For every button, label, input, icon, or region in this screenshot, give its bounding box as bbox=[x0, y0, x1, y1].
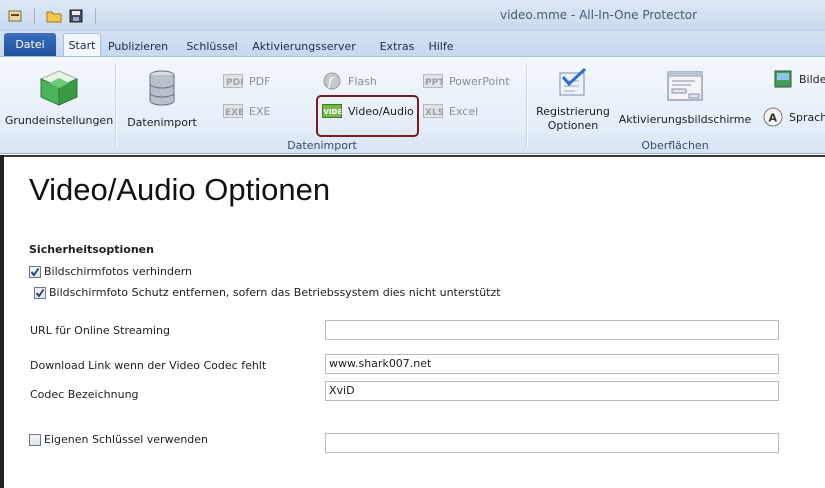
grundeinstellungen-button[interactable]: Grundeinstellungen bbox=[4, 67, 114, 128]
flash-icon: f bbox=[321, 72, 342, 90]
app-menu-icon[interactable] bbox=[6, 7, 24, 25]
excel-button[interactable]: XLS Excel bbox=[422, 101, 478, 121]
page-title: Video/Audio Optionen bbox=[29, 172, 331, 207]
exe-button[interactable]: EXE EXE bbox=[222, 101, 270, 121]
sprache-label: Sprache bbox=[789, 110, 825, 124]
database-icon bbox=[147, 69, 177, 110]
tab-datei[interactable]: Datei bbox=[4, 33, 56, 56]
language-a-icon: A bbox=[762, 107, 783, 127]
screenshots-label: Bildschirmfotos verhindern bbox=[44, 265, 193, 278]
xls-icon: XLS bbox=[422, 103, 443, 119]
svg-text:PDF: PDF bbox=[226, 78, 243, 88]
svg-text:XLS: XLS bbox=[425, 108, 443, 118]
registrierung-label-1: Registrierung bbox=[536, 105, 610, 118]
svg-text:A: A bbox=[768, 112, 777, 125]
svg-text:PPT: PPT bbox=[425, 78, 443, 88]
svg-text:EXE: EXE bbox=[225, 108, 243, 118]
open-folder-icon[interactable] bbox=[45, 7, 63, 25]
url-label: URL für Online Streaming bbox=[30, 324, 170, 337]
tab-publizieren[interactable]: Publizieren bbox=[107, 36, 169, 56]
aktivierungsbildschirme-label: Aktivierungsbildschirme bbox=[618, 113, 752, 126]
remove-protection-checkbox[interactable] bbox=[34, 286, 46, 299]
image-icon bbox=[772, 70, 793, 88]
title-bar: video.mme - All-In-One Protector bbox=[0, 0, 825, 31]
video-audio-highlight bbox=[316, 95, 419, 137]
pdf-icon: PDF bbox=[222, 73, 243, 89]
url-field[interactable] bbox=[325, 320, 779, 340]
remove-protection-label: Bildschirmfoto Schutz entfernen, sofern … bbox=[49, 286, 501, 299]
codec-label: Codec Bezeichnung bbox=[30, 388, 139, 401]
sprache-button[interactable]: A Sprache bbox=[762, 107, 825, 127]
pdf-label: PDF bbox=[249, 74, 271, 88]
codec-field[interactable]: XviD bbox=[325, 381, 779, 401]
own-key-checkbox[interactable] bbox=[29, 433, 41, 446]
activation-screen-icon bbox=[665, 69, 705, 108]
group-label-datenimport: Datenimport bbox=[287, 139, 357, 152]
checkmark-form-icon bbox=[557, 67, 589, 102]
pdf-button[interactable]: PDF PDF bbox=[222, 71, 270, 91]
tab-extras[interactable]: Extras bbox=[378, 36, 416, 56]
flash-button[interactable]: f Flash bbox=[321, 71, 377, 91]
quick-access-toolbar bbox=[6, 7, 102, 25]
registrierung-label-2: Optionen bbox=[547, 119, 599, 132]
group-label-oberflaechen: Oberflächen bbox=[641, 139, 709, 152]
own-key-field[interactable] bbox=[325, 433, 779, 453]
tab-hilfe[interactable]: Hilfe bbox=[426, 36, 456, 56]
tab-start[interactable]: Start bbox=[63, 33, 101, 57]
tab-aktivierungsserver[interactable]: Aktivierungsserver bbox=[252, 36, 356, 56]
download-link-field[interactable]: www.shark007.net bbox=[325, 354, 779, 374]
flash-label: Flash bbox=[348, 74, 377, 88]
powerpoint-button[interactable]: PPT PowerPoint bbox=[422, 71, 510, 91]
chk-row-own-key[interactable]: Eigenen Schlüssel verwenden bbox=[29, 433, 208, 446]
section-title: Sicherheitsoptionen bbox=[29, 243, 154, 256]
chk-row-remove-protection[interactable]: Bildschirmfoto Schutz entfernen, sofern … bbox=[34, 286, 501, 299]
exe-label: EXE bbox=[249, 104, 271, 118]
ribbon-tab-row: Datei Start Publizieren Schlüssel Aktivi… bbox=[0, 31, 825, 57]
ppt-icon: PPT bbox=[422, 73, 443, 89]
aktivierungsbildschirme-button[interactable]: Aktivierungsbildschirme bbox=[618, 69, 752, 127]
screenshots-checkbox[interactable] bbox=[29, 265, 41, 278]
own-key-label: Eigenen Schlüssel verwenden bbox=[44, 433, 209, 446]
ribbon: Grundeinstellungen Datenimport PDF PDF E… bbox=[0, 56, 825, 154]
datenimport-button[interactable]: Datenimport bbox=[126, 69, 198, 130]
window-title: video.mme - All-In-One Protector bbox=[500, 8, 698, 22]
registrierung-optionen-button[interactable]: Registrierung Optionen bbox=[534, 67, 612, 133]
chk-row-screenshots[interactable]: Bildschirmfotos verhindern bbox=[29, 265, 192, 278]
settings-cube-icon bbox=[37, 67, 81, 110]
bilder-label: Bilder bbox=[799, 72, 825, 86]
datenimport-label: Datenimport bbox=[127, 116, 197, 129]
grundeinstellungen-label: Grundeinstellungen bbox=[4, 114, 114, 127]
save-disk-icon[interactable] bbox=[67, 7, 85, 25]
download-label: Download Link wenn der Video Codec fehlt bbox=[30, 359, 267, 372]
tab-schluessel[interactable]: Schlüssel bbox=[186, 36, 238, 56]
excel-label: Excel bbox=[449, 104, 479, 118]
powerpoint-label: PowerPoint bbox=[449, 74, 510, 88]
bilder-button[interactable]: Bilder bbox=[772, 69, 825, 89]
exe-icon: EXE bbox=[222, 103, 243, 119]
